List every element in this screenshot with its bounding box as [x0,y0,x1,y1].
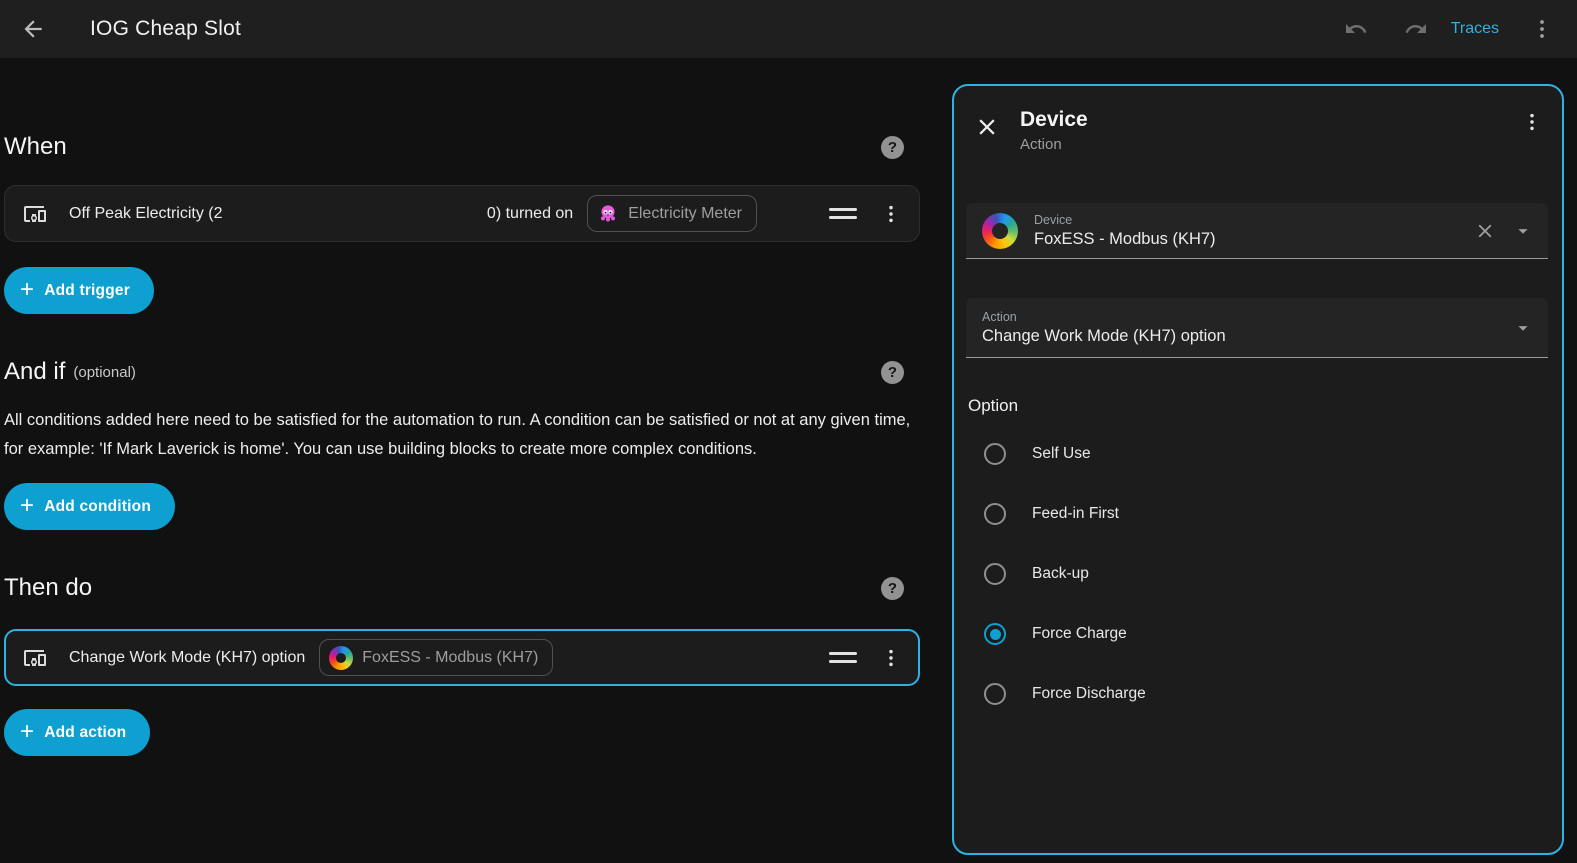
panel-menu-icon[interactable] [1518,108,1546,136]
top-bar: IOG Cheap Slot Traces [0,0,1577,58]
foxess-logo [982,213,1018,249]
action-row-selected[interactable]: Change Work Mode (KH7) option FoxESS - M… [4,629,920,686]
add-action-button[interactable]: + Add action [4,709,150,756]
when-heading: When [4,133,67,161]
trigger-row[interactable]: Off Peak Electricity (2 0) turned on Ele… [4,185,920,242]
plus-icon: + [20,720,34,744]
chevron-down-icon[interactable] [1512,220,1534,242]
entity-chip-electricity-meter[interactable]: Electricity Meter [587,195,757,232]
add-condition-button[interactable]: + Add condition [4,483,175,530]
conditions-description: All conditions added here need to be sat… [4,406,922,464]
row-menu-icon[interactable] [877,644,905,672]
back-arrow-icon[interactable] [20,16,46,42]
action-select-field[interactable]: Action Change Work Mode (KH7) option [966,298,1548,358]
octopus-icon [597,203,619,225]
automation-editor: IOG Cheap Slot Traces When ? Off Peak El… [0,0,1577,863]
radio-item-force-discharge[interactable]: Force Discharge [954,664,1562,724]
chevron-down-icon[interactable] [1512,317,1534,339]
radio-button[interactable] [984,563,1006,585]
device-icon [23,202,47,226]
field-label: Device [1034,213,1216,227]
traces-link[interactable]: Traces [1451,20,1499,38]
undo-icon[interactable] [1339,12,1373,46]
plus-icon: + [20,278,34,302]
plus-icon: + [20,494,34,518]
trigger-name-end: 0) turned on [487,205,573,223]
help-icon[interactable]: ? [881,577,904,600]
drag-handle[interactable] [829,208,857,218]
field-label: Action [982,310,1226,324]
then-do-heading: Then do [4,574,92,602]
device-icon [23,646,47,670]
radio-item-back-up[interactable]: Back-up [954,544,1562,604]
close-icon[interactable] [974,114,1000,140]
chip-label: Electricity Meter [628,205,742,223]
foxess-logo [329,646,353,670]
when-section-header: When ? [4,133,920,161]
then-do-section-header: Then do ? [4,574,920,602]
optional-label: (optional) [73,364,136,381]
radio-button[interactable] [984,683,1006,705]
radio-item-feed-in-first[interactable]: Feed-in First [954,484,1562,544]
and-if-heading: And if [4,358,65,386]
help-icon[interactable]: ? [881,136,904,159]
panel-subtitle: Action [1020,136,1088,153]
radio-item-self-use[interactable]: Self Use [954,424,1562,484]
overflow-menu-icon[interactable] [1525,12,1559,46]
and-if-section-header: And if (optional) ? [4,358,920,386]
panel-header: Device Action [954,86,1562,153]
chip-label: FoxESS - Modbus (KH7) [362,649,538,667]
help-icon[interactable]: ? [881,361,904,384]
radio-button[interactable] [984,443,1006,465]
row-menu-icon[interactable] [877,200,905,228]
radio-button[interactable] [984,623,1006,645]
option-group-label: Option [968,396,1018,416]
device-select-field[interactable]: Device FoxESS - Modbus (KH7) [966,203,1548,259]
redo-icon[interactable] [1399,12,1433,46]
trigger-name-start: Off Peak Electricity (2 [69,205,223,223]
drag-handle[interactable] [829,652,857,662]
clear-icon[interactable] [1474,220,1496,242]
field-value: Change Work Mode (KH7) option [982,327,1226,346]
action-name: Change Work Mode (KH7) option [69,649,305,667]
panel-title: Device [1020,108,1088,132]
option-radio-group: Self Use Feed-in First Back-up Force Cha… [954,424,1562,724]
field-value: FoxESS - Modbus (KH7) [1034,230,1216,249]
device-chip-foxess[interactable]: FoxESS - Modbus (KH7) [319,639,553,676]
radio-button[interactable] [984,503,1006,525]
radio-item-force-charge[interactable]: Force Charge [954,604,1562,664]
page-title: IOG Cheap Slot [90,17,241,41]
device-action-panel: Device Action Device FoxESS - Modbus (KH… [952,84,1564,855]
add-trigger-button[interactable]: + Add trigger [4,267,154,314]
